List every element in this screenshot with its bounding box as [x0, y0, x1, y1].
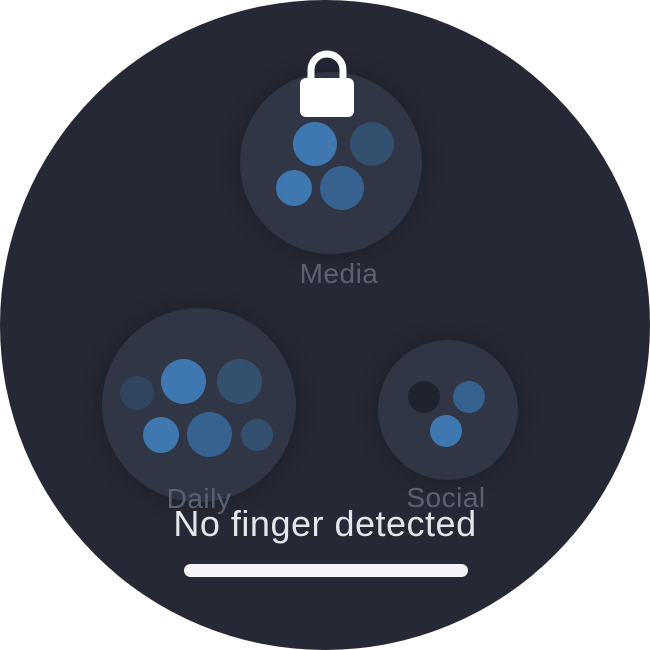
app-icon: [161, 359, 206, 404]
app-icon: [241, 419, 273, 451]
app-icon: [143, 417, 179, 453]
home-indicator[interactable]: [184, 564, 468, 577]
app-icon: [408, 381, 440, 413]
watch-screen: Media Daily Social No finger detected: [0, 0, 650, 650]
app-icon: [453, 381, 485, 413]
app-icon: [217, 359, 262, 404]
app-icon: [276, 170, 312, 206]
app-icon: [320, 166, 364, 210]
folder-media-label: Media: [299, 258, 379, 289]
folder-daily[interactable]: [102, 308, 296, 502]
lock-icon: [300, 50, 354, 117]
app-icon: [350, 122, 394, 166]
app-icon: [187, 412, 232, 457]
app-icon: [120, 376, 154, 410]
app-icon: [293, 122, 337, 166]
app-icon: [430, 415, 462, 447]
folder-social[interactable]: [378, 340, 518, 480]
status-message: No finger detected: [173, 503, 477, 544]
